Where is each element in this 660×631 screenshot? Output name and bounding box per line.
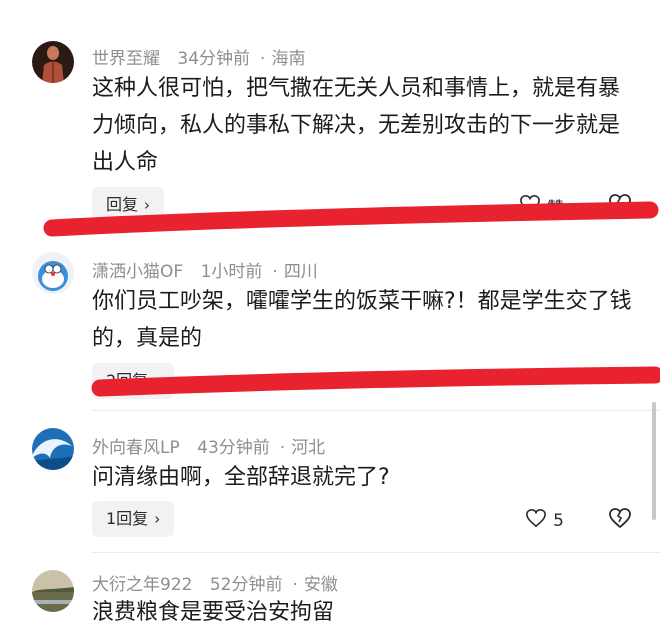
like-count: 5	[553, 510, 564, 531]
comment-meta: 外向春风LP 43分钟前 · 河北	[92, 438, 326, 458]
username[interactable]: 潇洒小猫OF	[92, 262, 183, 282]
reply-button[interactable]: 1回复 ›	[92, 501, 175, 537]
username[interactable]: 外向春风LP	[92, 438, 180, 458]
location: 四川	[283, 262, 318, 282]
comment-text: 你们员工吵架，嚯嚯学生的饭菜干嘛?！都是学生交了钱的，真是的	[92, 289, 632, 351]
timestamp: 1小时前	[200, 262, 263, 282]
reply-label: 2回复	[106, 371, 149, 390]
timestamp: 43分钟前	[197, 438, 270, 458]
comment-text: 问清缘由啊，全部辞退就完了?	[92, 465, 390, 490]
like-label: 赞	[547, 199, 564, 219]
divider	[92, 410, 660, 411]
avatar[interactable]	[32, 570, 74, 612]
comment-text: 这种人很可怕，把气撒在无关人员和事情上，就是有暴力倾向，私人的事私下解决，无差别…	[92, 76, 621, 175]
scrollbar[interactable]	[652, 402, 656, 520]
location: 海南	[271, 49, 306, 69]
location: 安徽	[303, 575, 338, 595]
username[interactable]: 大衍之年922	[92, 575, 192, 595]
location: 河北	[291, 438, 326, 458]
comment-meta: 大衍之年922 52分钟前 · 安徽	[92, 575, 338, 595]
like-button[interactable]: 5	[525, 508, 564, 533]
reply-label: 1回复	[106, 509, 149, 528]
divider	[92, 552, 660, 553]
chevron-right-icon: ›	[144, 196, 151, 214]
heart-outline-icon	[525, 508, 547, 533]
avatar[interactable]	[32, 252, 74, 294]
timestamp: 52分钟前	[209, 575, 283, 595]
like-button[interactable]: 赞	[519, 194, 564, 219]
avatar[interactable]	[32, 41, 74, 83]
username[interactable]: 世界至耀	[92, 49, 160, 69]
reply-label: 回复	[106, 195, 139, 214]
reply-button[interactable]: 2回复 ›	[92, 363, 175, 399]
comment-meta: 潇洒小猫OF 1小时前 · 四川	[92, 262, 318, 282]
avatar[interactable]	[32, 428, 74, 470]
reply-button[interactable]: 回复 ›	[92, 187, 165, 223]
heart-outline-icon	[519, 194, 541, 219]
dislike-button[interactable]	[608, 193, 632, 219]
broken-heart-icon	[608, 508, 632, 533]
broken-heart-icon	[608, 194, 632, 219]
comment-text: 浪费粮食是要受治安拘留	[92, 600, 335, 625]
chevron-right-icon: ›	[154, 372, 161, 390]
dislike-button[interactable]	[608, 507, 632, 533]
comment-meta: 世界至耀 34分钟前 · 海南	[92, 49, 306, 69]
timestamp: 34分钟前	[177, 49, 251, 69]
chevron-right-icon: ›	[154, 510, 161, 528]
